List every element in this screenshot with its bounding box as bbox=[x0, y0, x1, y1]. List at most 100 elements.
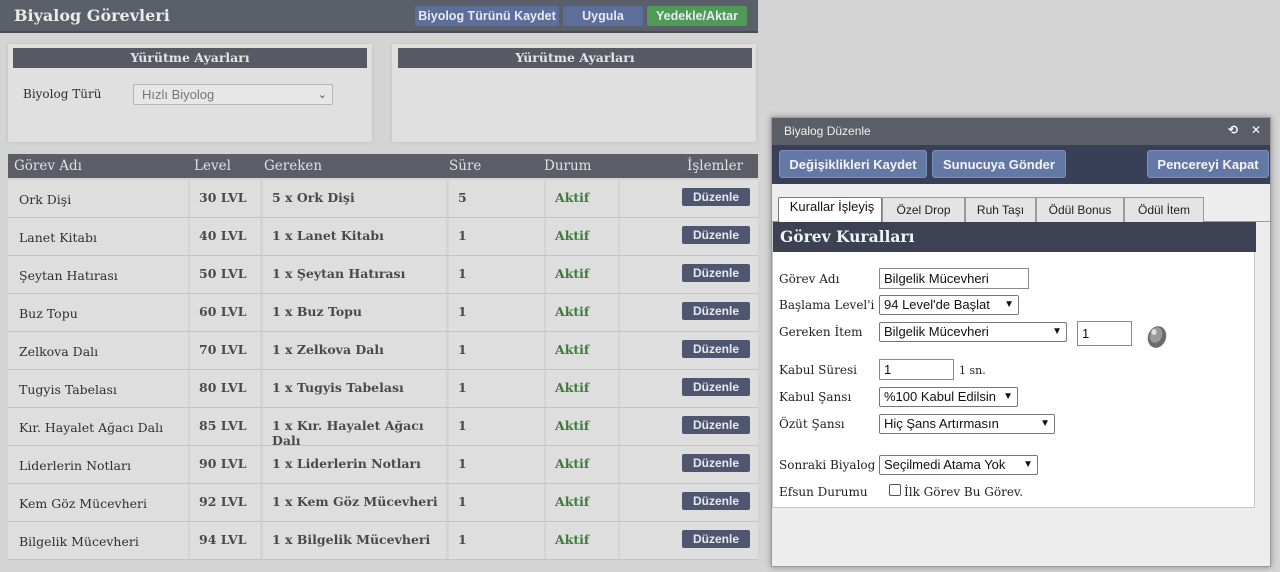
cell-status: Aktif bbox=[546, 332, 618, 369]
table-row: Buz Topu 60 LVL 1 x Buz Topu 1 Aktif Düzenle bbox=[8, 294, 758, 332]
cell-actions: Düzenle bbox=[620, 218, 758, 255]
cell-required: 1 x Tugyis Tabelası bbox=[263, 370, 446, 407]
edit-button[interactable]: Düzenle bbox=[682, 340, 750, 358]
table-row: Şeytan Hatırası 50 LVL 1 x Şeytan Hatırası… bbox=[8, 256, 758, 294]
name-input[interactable]: Bilgelik Mücevheri bbox=[879, 268, 1029, 289]
item-select[interactable]: Bilgelik Mücevheri ▼ bbox=[879, 322, 1067, 342]
cell-level: 85 LVL bbox=[190, 408, 260, 445]
edit-button[interactable]: Düzenle bbox=[682, 264, 750, 282]
edit-button[interactable]: Düzenle bbox=[682, 226, 750, 244]
send-to-server-button[interactable]: Sunucuya Gönder bbox=[932, 150, 1066, 178]
cell-time-text: 5 bbox=[458, 190, 467, 205]
first-quest-checkbox[interactable] bbox=[889, 484, 901, 496]
cell-required: 1 x Zelkova Dalı bbox=[263, 332, 446, 369]
cell-status-text: Aktif bbox=[555, 228, 590, 243]
save-type-button[interactable]: Biyolog Türünü Kaydet bbox=[415, 6, 559, 26]
cell-name: Zelkova Dalı bbox=[8, 332, 188, 369]
table-row: Kem Göz Mücevheri 92 LVL 1 x Kem Göz Mücev… bbox=[8, 484, 758, 522]
tab-soul-stone[interactable]: Ruh Taşı bbox=[965, 197, 1036, 222]
tab-reward-item[interactable]: Ödül İtem bbox=[1124, 197, 1204, 222]
cell-name-text: Buz Topu bbox=[19, 306, 78, 321]
edit-button[interactable]: Düzenle bbox=[682, 302, 750, 320]
cell-required-text: 1 x Lanet Kitabı bbox=[272, 228, 384, 243]
cell-required-text: 5 x Ork Dişi bbox=[272, 190, 355, 205]
close-window-button[interactable]: Pencereyi Kapat bbox=[1147, 150, 1269, 178]
section-title: Görev Kuralları bbox=[773, 222, 1256, 252]
cell-actions: Düzenle bbox=[620, 256, 758, 293]
accept-chance-select[interactable]: %100 Kabul Edilsin ▼ bbox=[879, 387, 1018, 407]
accept-time-unit: 1 sn. bbox=[959, 364, 986, 377]
col-header: Level bbox=[194, 158, 231, 174]
cell-required-text: 1 x Şeytan Hatırası bbox=[272, 266, 406, 281]
cell-required: 1 x Liderlerin Notları bbox=[263, 446, 446, 483]
chevron-down-icon: ▼ bbox=[1052, 326, 1062, 337]
cell-level-text: 80 LVL bbox=[199, 380, 247, 395]
cell-status: Aktif bbox=[546, 446, 618, 483]
cell-level: 50 LVL bbox=[190, 256, 260, 293]
cell-level: 80 LVL bbox=[190, 370, 260, 407]
cell-name-text: Şeytan Hatırası bbox=[19, 268, 118, 283]
cell-name: Bilgelik Mücevheri bbox=[8, 522, 188, 559]
cell-required-text: 1 x Zelkova Dalı bbox=[272, 342, 384, 357]
table-row: Kır. Hayalet Ağacı Dalı 85 LVL 1 x Kır. Ha… bbox=[8, 408, 758, 448]
chevron-down-icon: ⌄ bbox=[317, 89, 327, 101]
biyolog-type-select[interactable]: Hızlı Biyolog ⌄ bbox=[133, 84, 333, 105]
cell-status: Aktif bbox=[546, 294, 618, 331]
chevron-down-icon: ▼ bbox=[1003, 391, 1013, 402]
chevron-down-icon: ▼ bbox=[1040, 418, 1050, 429]
cell-level-text: 90 LVL bbox=[199, 456, 247, 471]
tab-rules[interactable]: Kurallar İşleyiş bbox=[778, 197, 882, 223]
cell-name: Kem Göz Mücevheri bbox=[8, 484, 188, 521]
cell-required-text: 1 x Kır. Hayalet Ağacı Dalı bbox=[272, 418, 424, 448]
cell-actions: Düzenle bbox=[620, 294, 758, 331]
cell-time: 1 bbox=[449, 484, 544, 521]
apply-button[interactable]: Uygula bbox=[563, 6, 643, 26]
accept-time-input[interactable]: 1 bbox=[879, 359, 954, 380]
cell-level: 94 LVL bbox=[190, 522, 260, 559]
top-bar: Biyalog Görevleri Biyolog Türünü Kaydet … bbox=[0, 0, 758, 33]
cell-required-text: 1 x Bilgelik Mücevheri bbox=[272, 532, 431, 547]
cell-level-text: 92 LVL bbox=[199, 494, 247, 509]
tab-special-drop[interactable]: Özel Drop bbox=[882, 197, 965, 222]
table-row: Zelkova Dalı 70 LVL 1 x Zelkova Dalı 1 Aktif… bbox=[8, 332, 758, 370]
cell-status: Aktif bbox=[546, 408, 618, 445]
edit-button[interactable]: Düzenle bbox=[682, 530, 750, 548]
cell-level-text: 70 LVL bbox=[199, 342, 247, 357]
col-header: Gereken bbox=[264, 158, 323, 174]
edit-button[interactable]: Düzenle bbox=[682, 188, 750, 206]
backup-button[interactable]: Yedekle/Aktar bbox=[647, 6, 747, 26]
cell-required-text: 1 x Liderlerin Notları bbox=[272, 456, 421, 471]
item-quantity-input[interactable]: 1 bbox=[1077, 321, 1132, 346]
cell-time: 1 bbox=[449, 522, 544, 559]
cell-status: Aktif bbox=[546, 256, 618, 293]
cell-actions: Düzenle bbox=[620, 408, 758, 445]
cell-level-text: 94 LVL bbox=[199, 532, 247, 547]
edit-button[interactable]: Düzenle bbox=[682, 378, 750, 396]
close-icon[interactable]: ✕ bbox=[1251, 123, 1261, 137]
name-label: Görev Adı bbox=[779, 272, 840, 286]
accept-time-label: Kabul Süresi bbox=[779, 363, 857, 377]
cell-required: 1 x Kem Göz Mücevheri bbox=[263, 484, 446, 521]
cell-time-text: 1 bbox=[458, 494, 467, 509]
edit-button[interactable]: Düzenle bbox=[682, 454, 750, 472]
cell-status: Aktif bbox=[546, 218, 618, 255]
edit-button[interactable]: Düzenle bbox=[682, 416, 750, 434]
table-header: Görev Adı Level Gereken Süre Durum İşlem… bbox=[8, 154, 758, 178]
edit-button[interactable]: Düzenle bbox=[682, 492, 750, 510]
cell-name: Tugyis Tabelası bbox=[8, 370, 188, 407]
next-quest-label: Sonraki Biyalog bbox=[779, 458, 876, 472]
next-quest-select[interactable]: Seçilmedi Atama Yok ▼ bbox=[879, 455, 1038, 475]
table-row: Bilgelik Mücevheri 94 LVL 1 x Bilgelik Müc… bbox=[8, 522, 758, 560]
cell-status-text: Aktif bbox=[555, 190, 590, 205]
cell-status: Aktif bbox=[546, 180, 618, 217]
essence-chance-select[interactable]: Hiç Şans Artırmasın ▼ bbox=[879, 414, 1055, 434]
tab-reward-bonus[interactable]: Ödül Bonus bbox=[1036, 197, 1124, 222]
col-header: Süre bbox=[449, 158, 482, 174]
save-changes-button[interactable]: Değişiklikleri Kaydet bbox=[779, 150, 927, 178]
refresh-icon[interactable]: ⟲ bbox=[1228, 123, 1238, 137]
cell-name-text: Lanet Kitabı bbox=[19, 230, 98, 245]
start-level-select[interactable]: 94 Level'de Başlat ▼ bbox=[879, 295, 1019, 315]
cell-name-text: Zelkova Dalı bbox=[19, 344, 99, 359]
cell-time: 1 bbox=[449, 332, 544, 369]
cell-status: Aktif bbox=[546, 522, 618, 559]
